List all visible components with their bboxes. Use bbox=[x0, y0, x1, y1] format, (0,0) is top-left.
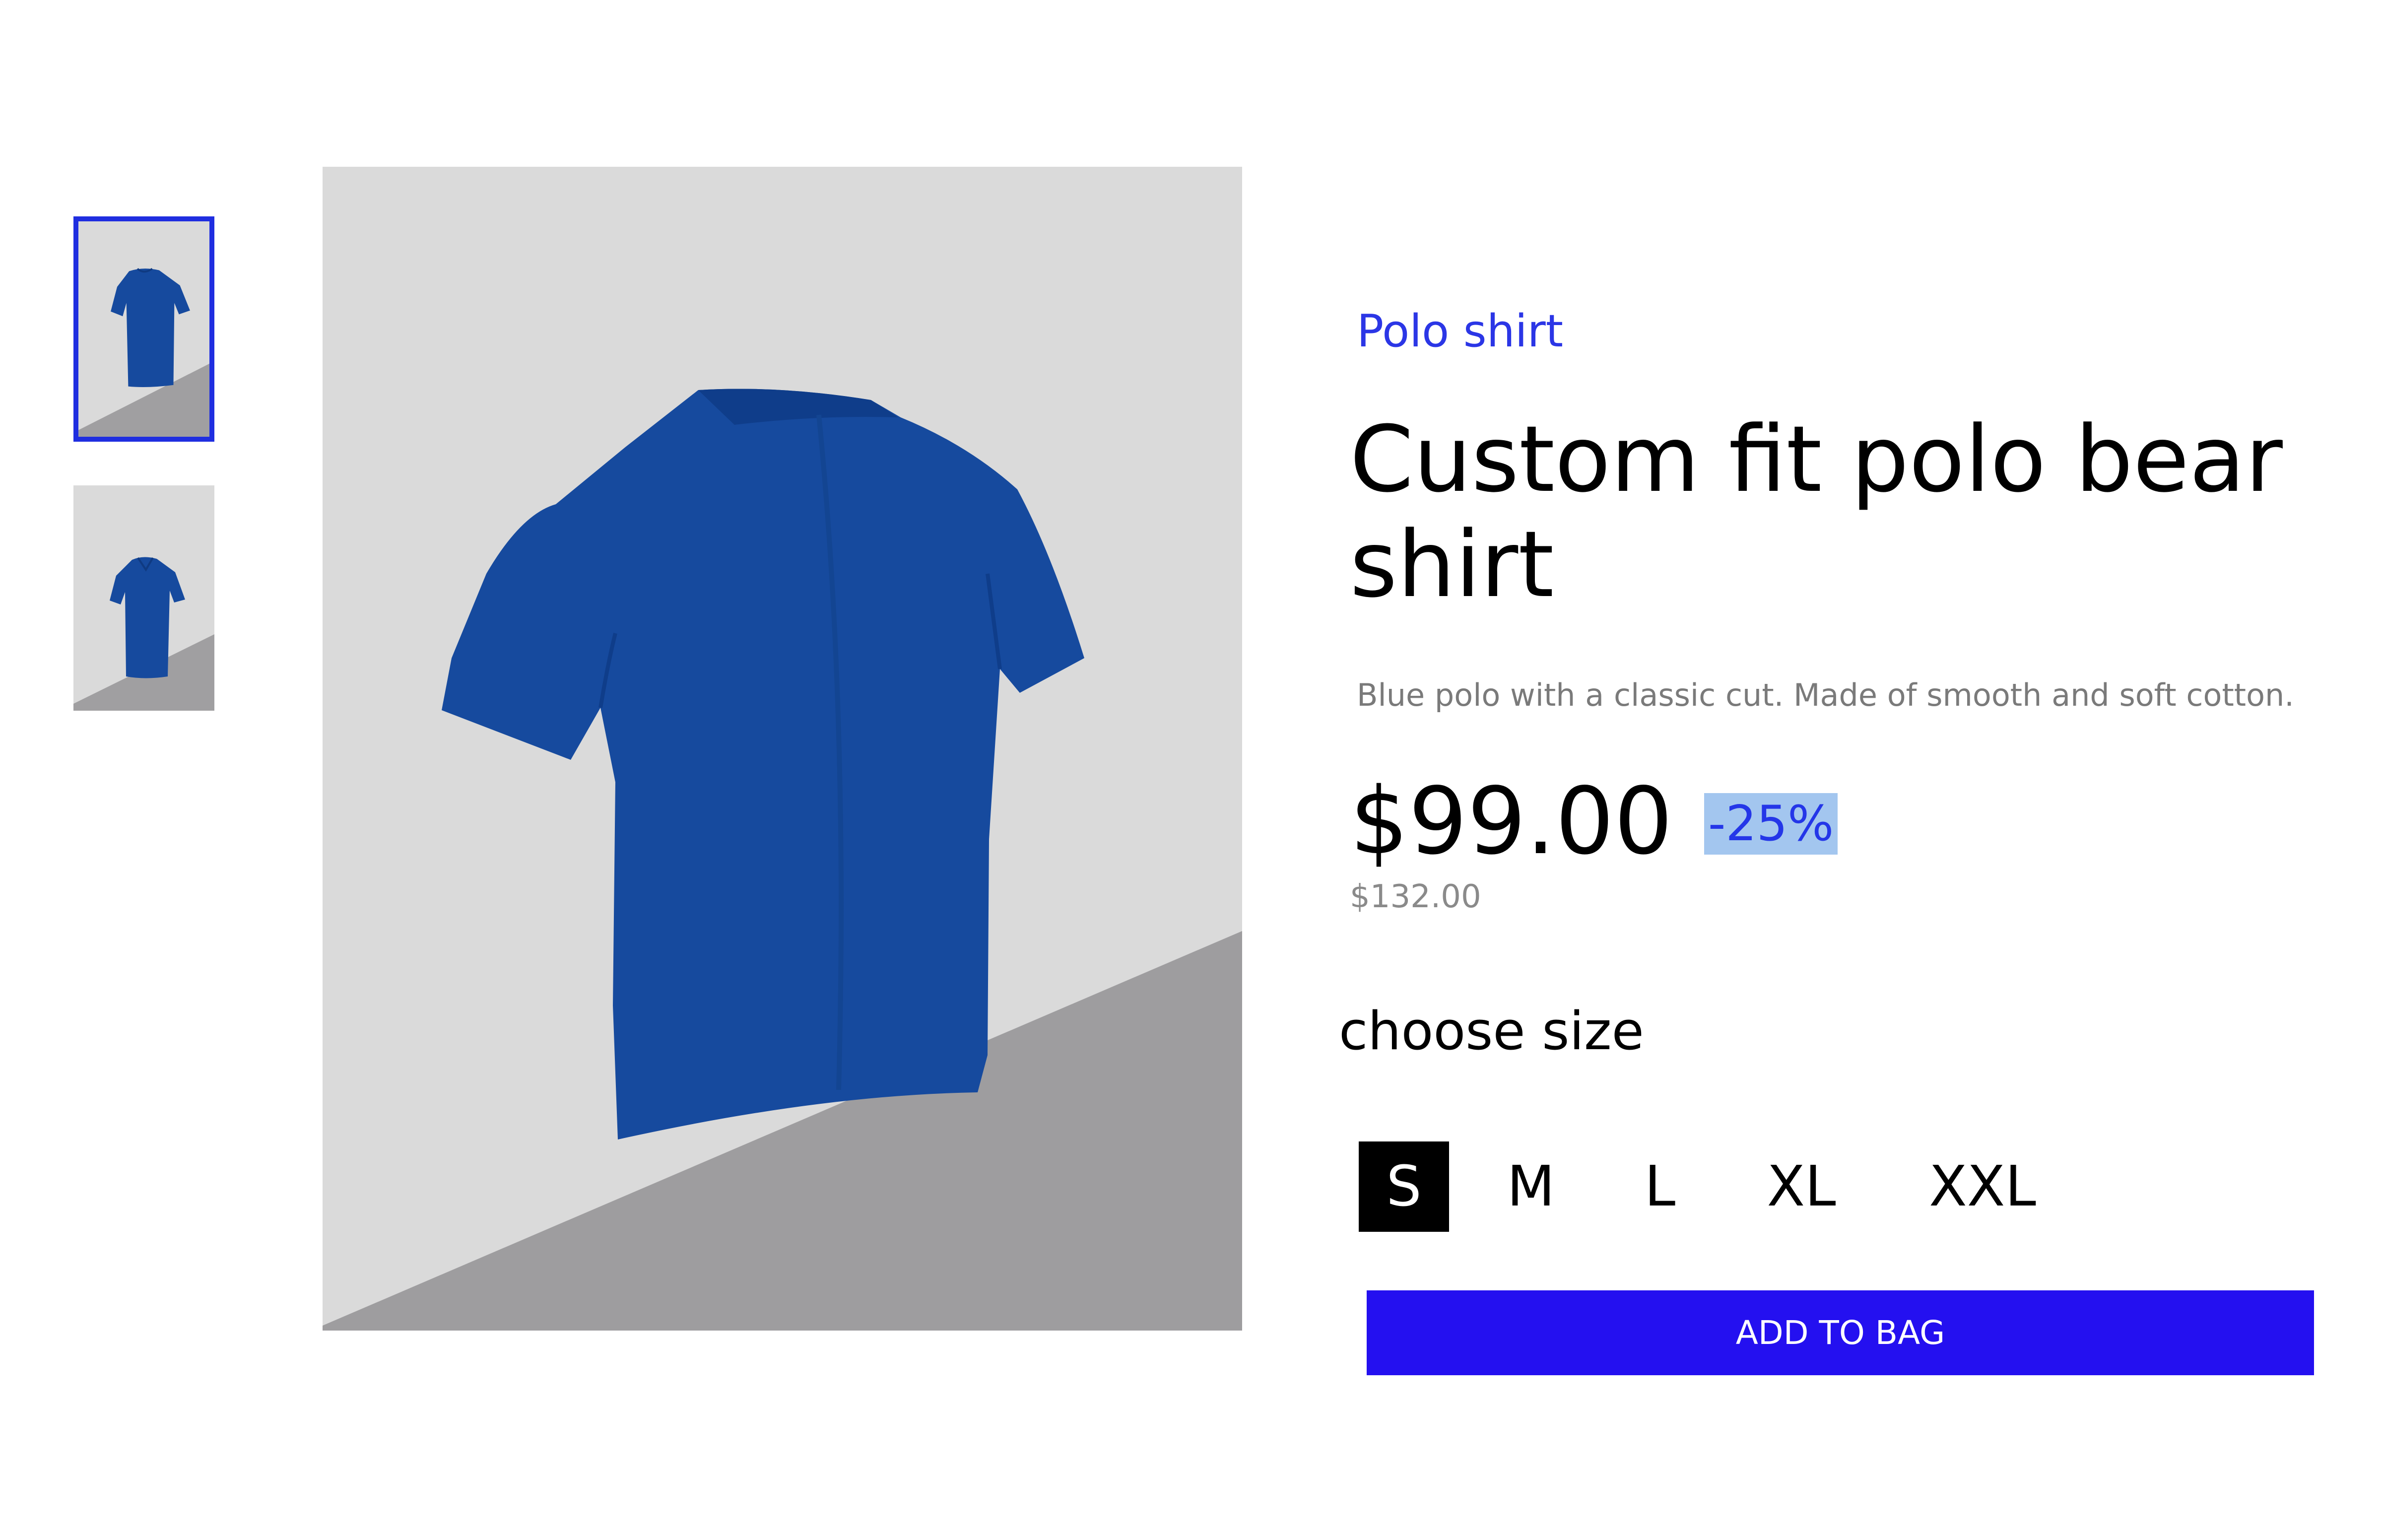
product-price: $99.00 bbox=[1350, 767, 1673, 875]
discount-badge: -25% bbox=[1704, 793, 1838, 855]
size-option-xxl[interactable]: XXL bbox=[1916, 1141, 2050, 1232]
original-price: $132.00 bbox=[1350, 878, 1481, 915]
add-to-bag-button[interactable]: ADD TO BAG bbox=[1367, 1290, 2314, 1375]
size-option-m[interactable]: M bbox=[1494, 1141, 1568, 1232]
product-category-link[interactable]: Polo shirt bbox=[1357, 302, 1563, 361]
thumbnail-angled[interactable] bbox=[73, 485, 214, 711]
size-option-xl[interactable]: XL bbox=[1752, 1141, 1851, 1232]
polo-shirt-image bbox=[323, 167, 1242, 1331]
size-heading: choose size bbox=[1339, 1001, 1644, 1062]
product-page: Polo shirt Custom fit polo bear shirt Bl… bbox=[0, 0, 2382, 1540]
thumbnail-front[interactable] bbox=[73, 216, 214, 442]
polo-shirt-thumbnail-image bbox=[73, 485, 214, 711]
product-description: Blue polo with a classic cut. Made of sm… bbox=[1357, 677, 2295, 713]
product-title: Custom fit polo bear shirt bbox=[1350, 406, 2283, 618]
product-main-image bbox=[323, 167, 1242, 1331]
polo-shirt-thumbnail-image bbox=[78, 221, 209, 437]
size-option-s[interactable]: S bbox=[1359, 1141, 1449, 1232]
size-option-l[interactable]: L bbox=[1628, 1141, 1692, 1232]
